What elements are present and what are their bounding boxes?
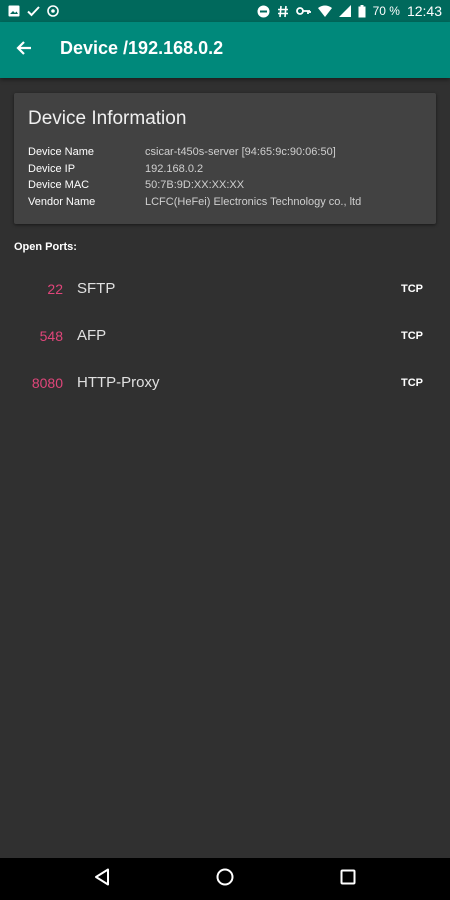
- key-icon: [295, 4, 311, 18]
- port-number: 22: [47, 280, 63, 297]
- app-bar: Device /192.168.0.2: [0, 22, 450, 78]
- info-label: Device IP: [28, 162, 76, 175]
- nav-home-button[interactable]: [205, 859, 245, 899]
- recents-nav-icon: [340, 869, 356, 890]
- info-value: 50:7B:9D:XX:XX:XX: [145, 179, 245, 191]
- port-service: SFTP: [77, 280, 116, 297]
- info-value: 192.168.0.2: [145, 162, 204, 175]
- wifi-icon: [317, 4, 332, 18]
- image-icon: [8, 4, 20, 18]
- hash-icon: [277, 4, 289, 18]
- port-protocol: TCP: [401, 329, 423, 342]
- block-icon: [47, 4, 59, 18]
- port-row[interactable]: 8080 HTTP-Proxy TCP: [0, 359, 450, 406]
- status-bar-left: [8, 4, 59, 18]
- dnd-icon: [257, 4, 270, 18]
- port-number: 8080: [31, 374, 63, 391]
- check-icon: [27, 4, 40, 18]
- page-title: Device /192.168.0.2: [60, 37, 224, 58]
- port-protocol: TCP: [401, 282, 423, 295]
- clock: 12:43: [406, 3, 442, 19]
- info-label: Device MAC: [28, 179, 90, 191]
- info-value: LCFC(HeFei) Electronics Technology co., …: [145, 195, 362, 208]
- port-service: HTTP-Proxy: [77, 374, 160, 391]
- signal-icon: [338, 4, 351, 18]
- battery-icon: [358, 4, 366, 18]
- navigation-bar: [0, 858, 450, 900]
- status-bar: 70 % 12:43: [0, 0, 450, 22]
- port-number: 548: [39, 327, 63, 344]
- device-info-card: Device Information Device Name csicar-t4…: [14, 93, 436, 224]
- battery-percent: 70 %: [372, 4, 400, 18]
- info-label: Device Name: [28, 146, 95, 158]
- info-row-vendor-name: Vendor Name LCFC(HeFei) Electronics Tech…: [28, 194, 422, 211]
- nav-back-button[interactable]: [82, 859, 122, 899]
- port-row[interactable]: 548 AFP TCP: [0, 312, 450, 359]
- device-info-title: Device Information: [28, 108, 187, 129]
- home-nav-icon: [216, 868, 234, 891]
- open-ports-label: Open Ports:: [14, 241, 77, 253]
- port-row[interactable]: 22 SFTP TCP: [0, 265, 450, 312]
- info-label: Vendor Name: [28, 195, 96, 208]
- arrow-back-icon: [16, 40, 32, 61]
- open-ports-list: 22 SFTP TCP 548 AFP TCP 8080 HTTP-Proxy …: [0, 265, 450, 406]
- back-nav-icon: [94, 868, 110, 891]
- info-row-device-ip: Device IP 192.168.0.2: [28, 161, 422, 178]
- info-row-device-name: Device Name csicar-t450s-server [94:65:9…: [28, 144, 422, 161]
- info-row-device-mac: Device MAC 50:7B:9D:XX:XX:XX: [28, 177, 422, 194]
- info-value: csicar-t450s-server [94:65:9c:90:06:50]: [145, 146, 336, 158]
- nav-recents-button[interactable]: [328, 859, 368, 899]
- status-bar-right: 70 % 12:43: [257, 3, 442, 19]
- port-service: AFP: [77, 327, 107, 344]
- back-button[interactable]: [0, 22, 52, 78]
- port-protocol: TCP: [401, 376, 423, 389]
